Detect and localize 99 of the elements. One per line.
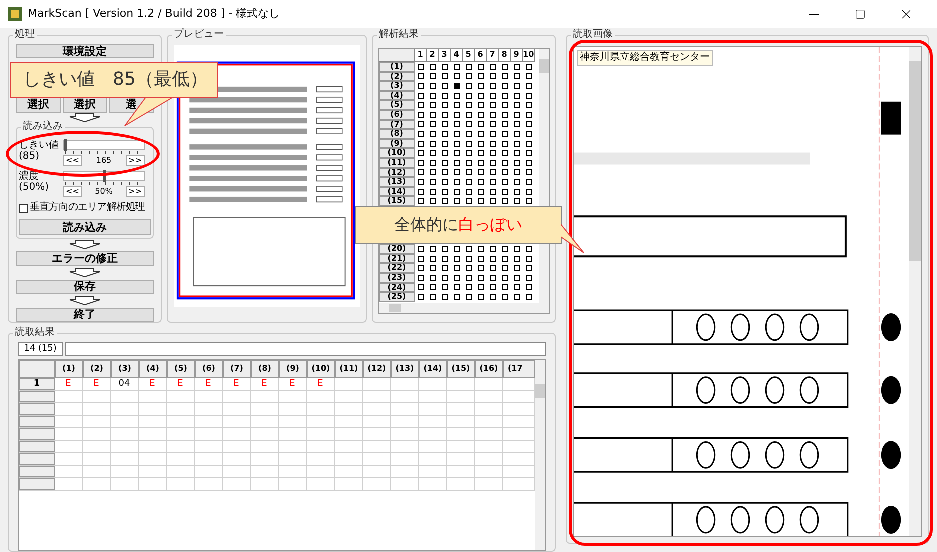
column-header: 7 (487, 49, 499, 62)
maximize-icon (854, 8, 866, 20)
checkbox[interactable] (19, 204, 28, 213)
column-header: 5 (463, 49, 475, 62)
down-arrow-icon (67, 113, 103, 124)
row-header: (15) (379, 196, 415, 206)
table-cell: E (139, 378, 167, 390)
vertical-scrollbar[interactable] (535, 360, 545, 550)
table-cell: E (195, 378, 223, 390)
column-header: 2 (427, 49, 439, 62)
column-header: (16) (475, 360, 503, 378)
row-header: (4) (379, 90, 415, 100)
column-header: 9 (511, 49, 523, 62)
column-header: 4 (451, 49, 463, 62)
min-button[interactable]: << (63, 155, 82, 166)
row-header: (20) (379, 244, 415, 254)
tooltip: 神奈川県立総合教育センター (577, 50, 713, 66)
column-header: (13) (391, 360, 419, 378)
text-field[interactable] (65, 342, 546, 356)
table-cell: 04 (111, 378, 139, 390)
table-cell: E (251, 378, 279, 390)
table-cell: E (307, 378, 335, 390)
column-header: (4) (139, 360, 167, 378)
slider-thumb[interactable] (64, 139, 67, 152)
row-header: (25) (379, 292, 415, 302)
column-header: (7) (223, 360, 251, 378)
group-title: 処理 (13, 28, 37, 41)
down-arrow-icon (67, 240, 103, 250)
slider-reading: (50%) (19, 182, 50, 194)
read-button[interactable]: 読み込み (19, 219, 151, 236)
row-header: (7) (379, 120, 415, 130)
max-button[interactable]: >> (126, 155, 145, 166)
scale-label: 50% (95, 187, 113, 196)
table-cell: E (83, 378, 111, 390)
row-header: (5) (379, 100, 415, 110)
row-header: (14) (379, 186, 415, 196)
exit-button[interactable]: 終了 (16, 308, 154, 322)
table-cell: E (167, 378, 195, 390)
column-header: 1 (415, 49, 427, 62)
group-title: 解析結果 (377, 28, 421, 41)
vertical-scrollbar[interactable] (909, 47, 921, 536)
row-header: (23) (379, 273, 415, 283)
column-header: (8) (251, 360, 279, 378)
row-header: (8) (379, 129, 415, 139)
row-header: (9) (379, 138, 415, 148)
column-header: (9) (279, 360, 307, 378)
row-header: (21) (379, 254, 415, 264)
column-header: (17 (503, 360, 535, 378)
column-header: (5) (167, 360, 195, 378)
scale-label: 165 (96, 156, 112, 166)
row-header: (3) (379, 81, 415, 91)
column-header: 8 (499, 49, 511, 62)
column-header: (10) (307, 360, 335, 378)
table-cell: E (279, 378, 307, 390)
row-header: (24) (379, 282, 415, 292)
group-title: 読み込み (21, 120, 65, 134)
column-header: (14) (419, 360, 447, 378)
horizontal-scrollbar[interactable] (379, 303, 539, 313)
slider-track[interactable] (63, 140, 145, 150)
callout-tail (124, 97, 174, 127)
group-title: 読取画像 (571, 28, 615, 41)
row-header: (6) (379, 110, 415, 120)
column-header: (15) (447, 360, 475, 378)
down-arrow-icon (67, 268, 103, 278)
checkbox-label: 垂直方向のエリア解析処理 (30, 202, 146, 214)
down-arrow-icon (67, 296, 103, 306)
table-cell: E (55, 378, 83, 390)
row-header: (10) (379, 148, 415, 158)
row-header: (22) (379, 263, 415, 274)
group-title: 読取結果 (13, 326, 57, 339)
slider-reading: (85) (19, 151, 40, 162)
group-title: プレビュー (172, 28, 226, 41)
window-title: MarkScan [ Version 1.2 / Build 208 ] - 様式なし (28, 6, 280, 22)
corner-cell (379, 49, 415, 62)
save-button[interactable]: 保存 (16, 280, 154, 294)
column-header: 10 (523, 49, 535, 62)
column-header: 6 (475, 49, 487, 62)
fix-errors-button[interactable]: エラーの修正 (16, 251, 154, 266)
column-header: (2) (83, 360, 111, 378)
max-button[interactable]: >> (126, 186, 145, 198)
row-header: 1 (19, 378, 55, 390)
row-header: (12) (379, 168, 415, 178)
count-field: 14 (15) (18, 342, 63, 356)
settings-button[interactable]: 環境設定 (16, 44, 154, 58)
row-header: (1) (379, 62, 415, 72)
row-header: (13) (379, 177, 415, 187)
table-cell: E (223, 378, 251, 390)
column-header: (3) (111, 360, 139, 378)
row-header: (2) (379, 72, 415, 82)
app-icon (8, 7, 22, 21)
column-header: (6) (195, 360, 223, 378)
column-header: (11) (335, 360, 363, 378)
column-header: 3 (439, 49, 451, 62)
callout-tail (561, 224, 585, 254)
row-header: (11) (379, 158, 415, 168)
column-header: (1) (55, 360, 83, 378)
min-button[interactable]: << (63, 186, 82, 198)
column-header: (12) (363, 360, 391, 378)
slider-thumb[interactable] (102, 170, 106, 182)
